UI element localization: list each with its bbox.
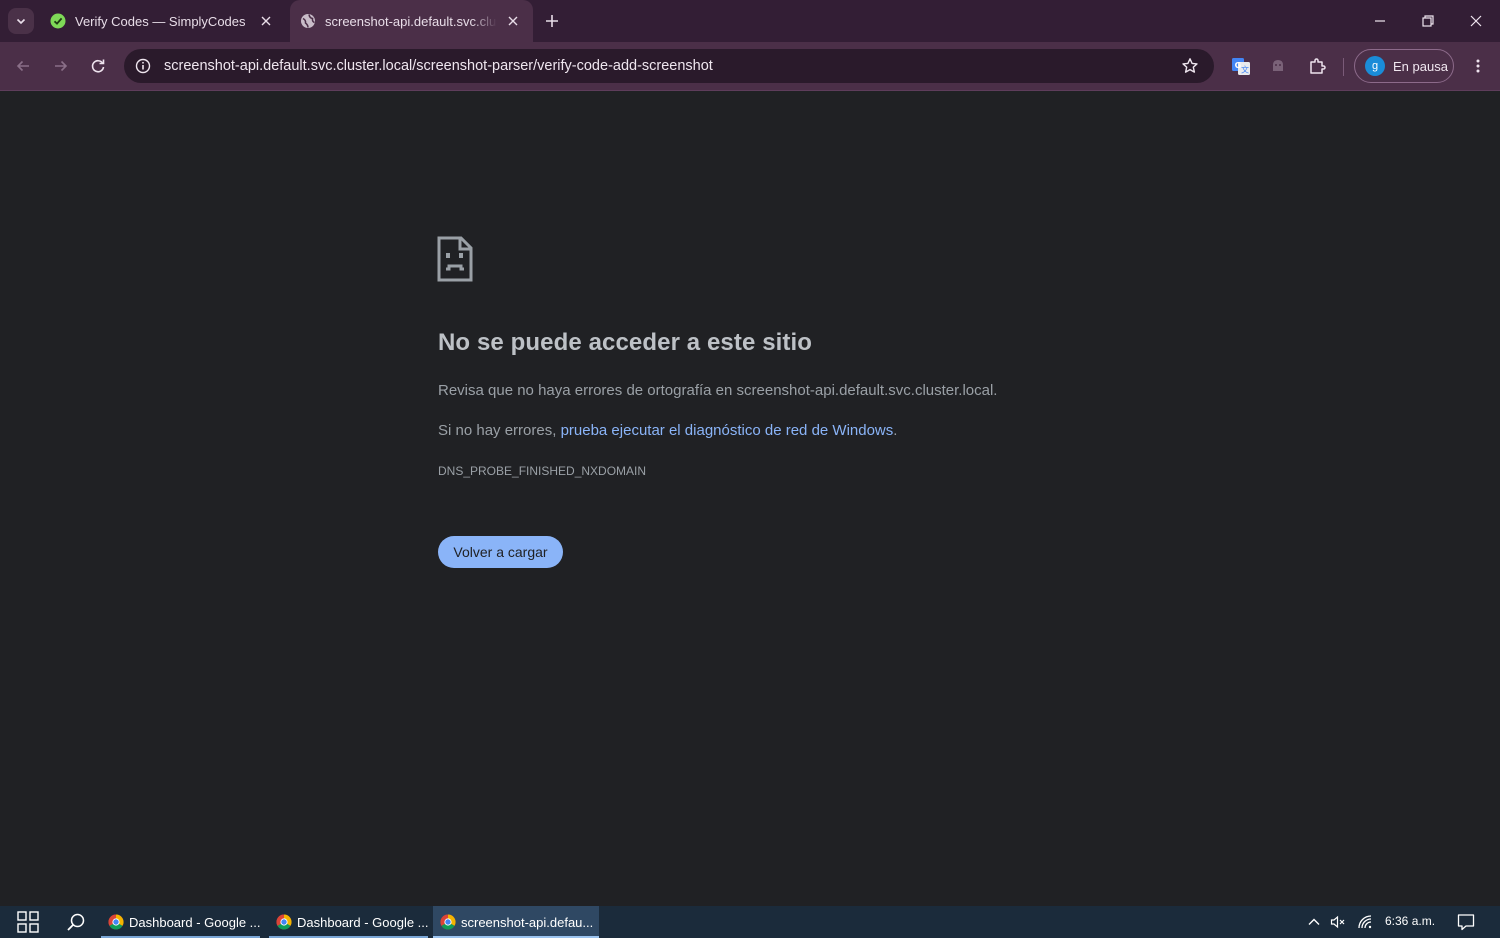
plus-icon (546, 15, 558, 27)
start-button[interactable] (8, 906, 48, 938)
tab-strip: Verify Codes — SimplyCodes screenshot-ap… (0, 0, 1500, 42)
more-vertical-icon (1476, 59, 1480, 73)
simplycodes-check-icon (50, 13, 66, 29)
volume-muted-button[interactable] (1326, 906, 1350, 938)
tab-title: screenshot-api.default.svc.cluster.local (325, 13, 497, 29)
close-icon[interactable] (503, 11, 523, 31)
error-diagnostic-line: Si no hay errores, prueba ejecutar el di… (438, 422, 897, 439)
diagnostic-suffix: . (893, 422, 898, 439)
close-icon[interactable] (256, 11, 276, 31)
tab-screenshot-api[interactable]: screenshot-api.default.svc.cluster.local (290, 0, 533, 42)
extension-icon[interactable] (1264, 52, 1292, 80)
restore-icon (1422, 15, 1434, 27)
restore-button[interactable] (1405, 0, 1451, 42)
toolbar-divider (1343, 58, 1344, 76)
tab-verify-codes[interactable]: Verify Codes — SimplyCodes (40, 0, 286, 42)
notifications-button[interactable] (1452, 906, 1480, 938)
taskbar: Dashboard - Google ... Dashboard - Googl… (0, 906, 1500, 938)
arrow-right-icon (55, 60, 68, 72)
diagnostic-prefix: Si no hay errores, (438, 422, 561, 439)
minimize-button[interactable] (1357, 0, 1403, 42)
url-text[interactable]: screenshot-api.default.svc.cluster.local… (164, 58, 713, 74)
minimize-icon (1375, 20, 1385, 22)
taskbar-app-chrome-3[interactable]: screenshot-api.defau... (433, 906, 599, 938)
network-diagnostic-link[interactable]: prueba ejecutar el diagnóstico de red de… (561, 422, 894, 439)
arrow-left-icon (16, 60, 29, 72)
back-button[interactable] (9, 52, 37, 80)
show-hidden-icons-button[interactable] (1302, 906, 1326, 938)
tab-title: Verify Codes — SimplyCodes (75, 13, 246, 29)
reload-page-button[interactable]: Volver a cargar (438, 536, 563, 568)
forward-button[interactable] (47, 52, 75, 80)
chevron-down-icon (16, 18, 26, 25)
taskbar-app-label: screenshot-api.defau... (461, 914, 594, 930)
taskbar-app-chrome-2[interactable]: Dashboard - Google ... (269, 906, 428, 938)
taskbar-app-label: Dashboard - Google ... (129, 914, 260, 930)
taskbar-search-button[interactable] (56, 906, 96, 938)
extensions-puzzle-icon[interactable] (1303, 52, 1331, 80)
sad-document-icon (437, 236, 473, 282)
chrome-icon (276, 914, 292, 930)
site-info-icon[interactable] (133, 56, 153, 76)
profile-status-label: En pausa (1393, 58, 1448, 74)
page-content: No se puede acceder a este sitio Revisa … (0, 91, 1500, 906)
avatar: g (1365, 56, 1385, 76)
windows-grid-icon (17, 911, 39, 933)
google-translate-icon[interactable]: G文 (1227, 52, 1255, 80)
taskbar-app-label: Dashboard - Google ... (297, 914, 428, 930)
notification-chat-icon (1457, 914, 1475, 931)
chevron-up-icon (1308, 918, 1320, 925)
globe-icon (300, 13, 316, 29)
address-bar[interactable]: screenshot-api.default.svc.cluster.local… (124, 49, 1214, 83)
reload-button[interactable] (84, 52, 112, 80)
taskbar-app-chrome-1[interactable]: Dashboard - Google ... (101, 906, 260, 938)
error-title: No se puede acceder a este sitio (438, 329, 813, 356)
close-window-button[interactable] (1453, 0, 1499, 42)
browser-toolbar: screenshot-api.default.svc.cluster.local… (0, 42, 1500, 91)
svg-text:文: 文 (1241, 65, 1249, 75)
speaker-muted-icon (1330, 915, 1345, 929)
taskbar-clock[interactable]: 6:36 a.m. (1385, 914, 1435, 928)
tab-search-button[interactable] (8, 8, 34, 34)
wifi-icon (1358, 915, 1372, 929)
chrome-icon (440, 914, 456, 930)
search-icon (67, 913, 85, 931)
network-button[interactable] (1353, 906, 1377, 938)
error-code: DNS_PROBE_FINISHED_NXDOMAIN (438, 464, 647, 478)
profile-button[interactable]: g En pausa (1354, 49, 1454, 83)
error-suggestion: Revisa que no haya errores de ortografía… (438, 382, 998, 399)
bookmark-star-icon[interactable] (1180, 56, 1200, 76)
reload-icon (91, 59, 105, 73)
chrome-icon (108, 914, 124, 930)
browser-menu-button[interactable] (1464, 52, 1492, 80)
new-tab-button[interactable] (541, 10, 563, 32)
close-icon (1470, 15, 1482, 27)
